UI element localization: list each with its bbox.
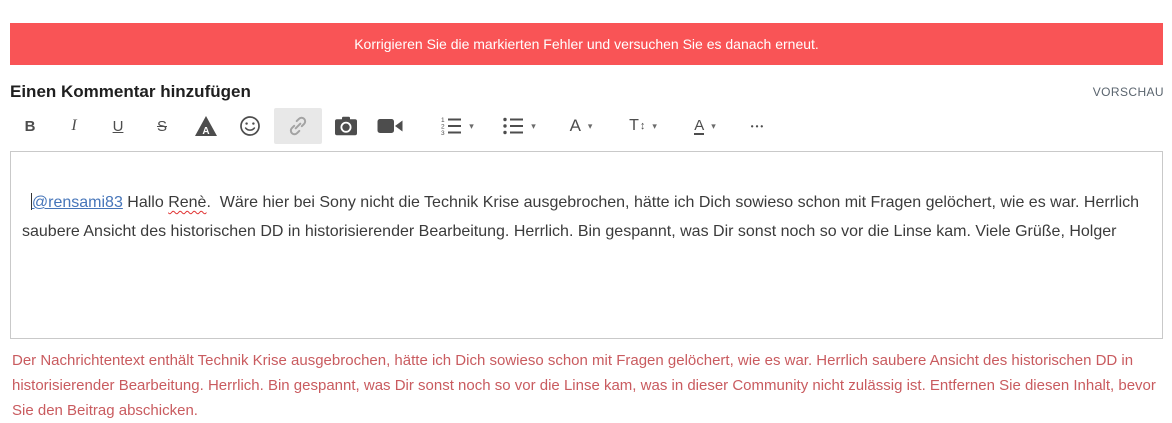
- smiley-icon: [239, 115, 261, 137]
- svg-text:3: 3: [441, 130, 445, 136]
- video-button[interactable]: [370, 108, 410, 144]
- chevron-down-icon: ▾: [531, 121, 536, 132]
- up-down-arrow-icon: ↕: [640, 120, 646, 132]
- italic-icon: I: [71, 117, 76, 135]
- video-camera-icon: [377, 117, 403, 135]
- comment-form-header: Einen Kommentar hinzufügen VORSCHAU: [10, 80, 1164, 104]
- text-color-icon: A: [694, 118, 704, 135]
- bold-icon: B: [25, 118, 36, 135]
- emoji-button[interactable]: [230, 108, 270, 144]
- ordered-list-icon: 1 2 3: [440, 116, 462, 136]
- warning-triangle-icon: A: [194, 115, 218, 137]
- bullet-list-icon: [502, 116, 524, 136]
- bold-button[interactable]: B: [10, 108, 50, 144]
- underline-icon: U: [113, 118, 124, 135]
- error-banner-text: Korrigieren Sie die markierten Fehler un…: [354, 36, 819, 52]
- misspelled-word: Renè: [168, 194, 206, 211]
- top-spacer: [0, 0, 1172, 23]
- chevron-down-icon: ▾: [711, 121, 716, 132]
- resize-grip[interactable]: [1148, 324, 1161, 337]
- chevron-down-icon: ▾: [469, 121, 474, 132]
- ellipsis-icon: •••: [751, 122, 765, 131]
- validation-error-message: Der Nachrichtentext enthält Technik Kris…: [12, 348, 1162, 423]
- link-button[interactable]: [274, 108, 322, 144]
- more-options-button[interactable]: •••: [738, 108, 778, 144]
- bullet-list-button[interactable]: ▾: [490, 108, 548, 144]
- text-size-button[interactable]: T ↕ ▾: [614, 108, 672, 144]
- formatting-toolbar: B I U S A: [10, 107, 1172, 145]
- underline-button[interactable]: U: [98, 108, 138, 144]
- preview-button[interactable]: VORSCHAU: [1093, 85, 1164, 99]
- error-banner: Korrigieren Sie die markierten Fehler un…: [10, 23, 1163, 65]
- editor-text: Hallo: [123, 194, 168, 211]
- comment-editor[interactable]: @rensami83 Hallo Renè. Wäre hier bei Son…: [10, 151, 1163, 339]
- strikethrough-button[interactable]: S: [142, 108, 182, 144]
- text-size-icon: T: [629, 117, 639, 135]
- strikethrough-icon: S: [157, 118, 167, 135]
- svg-text:A: A: [202, 126, 209, 137]
- page-title: Einen Kommentar hinzufügen: [10, 82, 251, 102]
- camera-icon: [334, 116, 358, 136]
- link-icon: [286, 114, 310, 138]
- ordered-list-button[interactable]: 1 2 3 ▾: [428, 108, 486, 144]
- spoiler-button[interactable]: A: [186, 108, 226, 144]
- mention-link[interactable]: @rensami83: [32, 194, 123, 211]
- photo-button[interactable]: [326, 108, 366, 144]
- chevron-down-icon: ▾: [652, 121, 657, 132]
- font-button[interactable]: A ▾: [552, 108, 610, 144]
- font-icon: A: [570, 116, 581, 136]
- chevron-down-icon: ▾: [588, 121, 593, 132]
- text-color-button[interactable]: A ▾: [676, 108, 734, 144]
- italic-button[interactable]: I: [54, 108, 94, 144]
